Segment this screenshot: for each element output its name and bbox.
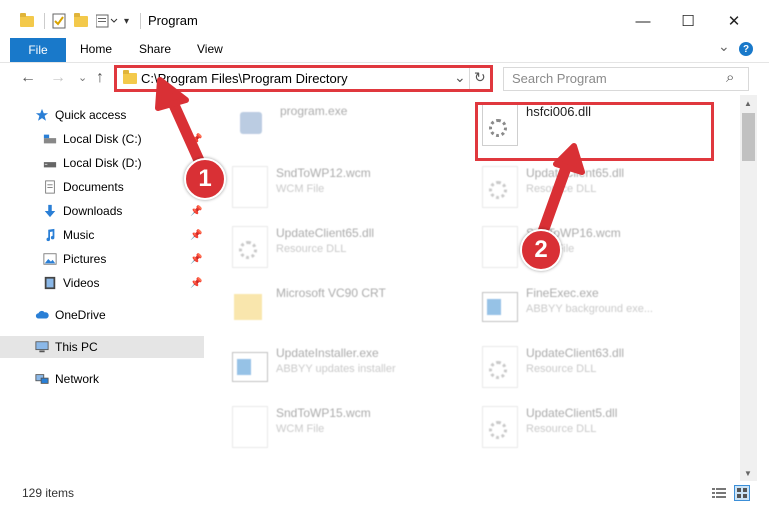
step-badge-1: 1 xyxy=(184,158,226,200)
annotation-arrows xyxy=(155,77,585,246)
step-badge-2: 2 xyxy=(520,229,562,271)
arrow-2-icon xyxy=(534,143,585,246)
